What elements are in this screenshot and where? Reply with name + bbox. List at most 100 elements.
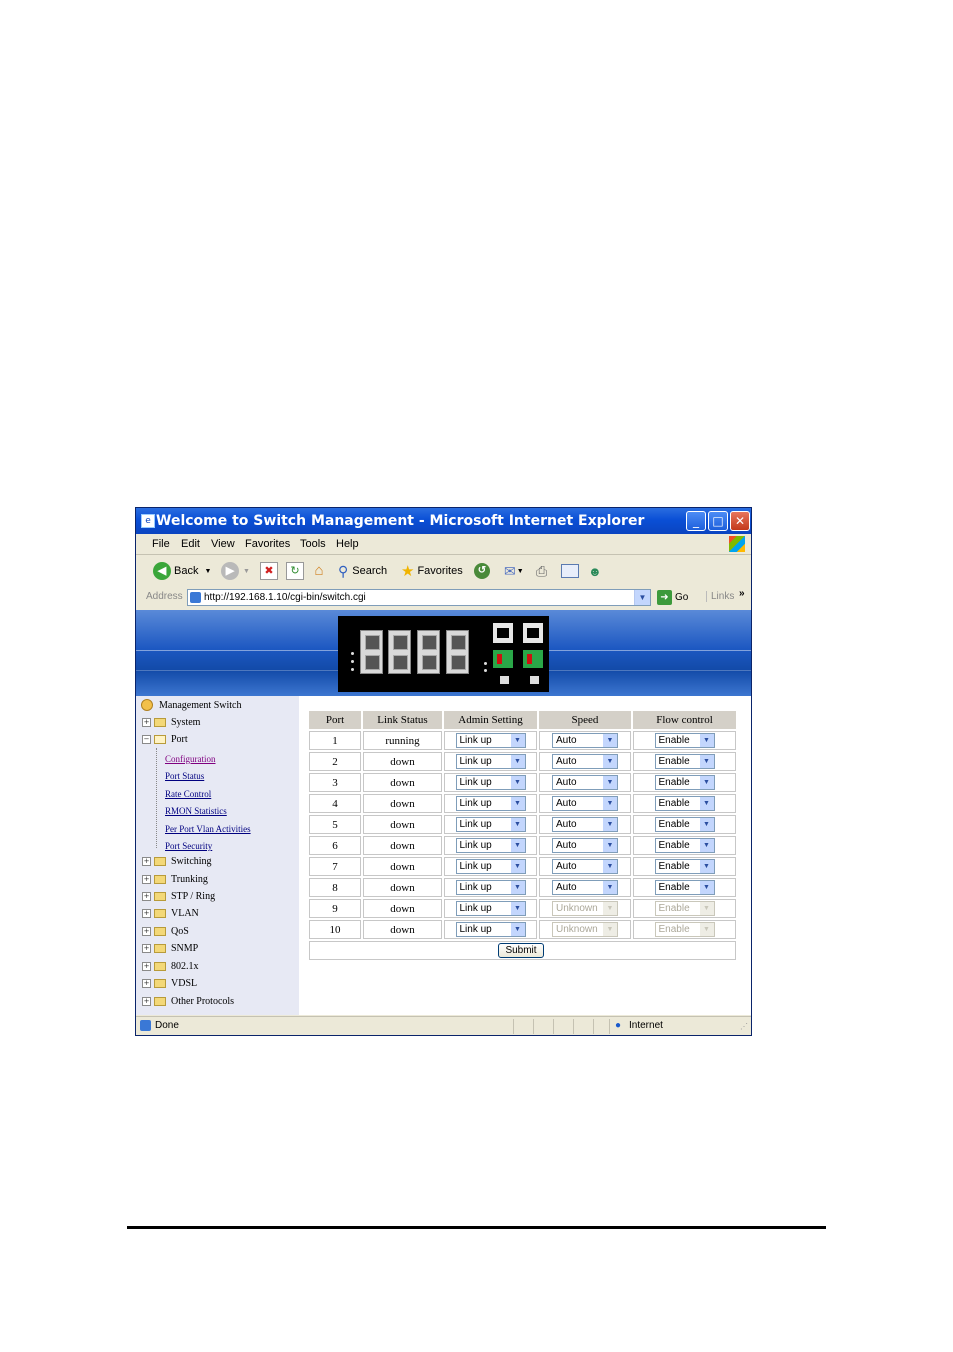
tree-item-vdsl[interactable]: + VDSL [142,978,197,989]
expand-icon[interactable]: + [142,909,151,918]
port-number: 6 [309,836,361,855]
flow-control-select[interactable]: Enable ▼ [654,838,715,853]
stop-button[interactable]: ✖ [260,561,278,581]
admin-setting-select[interactable]: Link up ▼ [455,754,526,769]
expand-icon[interactable]: + [142,979,151,988]
tree-link-port-security[interactable]: Port Security [165,841,212,851]
menu-tools[interactable]: Tools [300,538,326,550]
tree-link-port-status[interactable]: Port Status [165,771,204,781]
speed-select[interactable]: Auto ▼ [552,796,618,811]
flow-control-cell: Enable ▼ [633,920,736,939]
menu-file[interactable]: File [152,538,170,550]
close-button[interactable]: ✕ [730,511,750,531]
tree-root[interactable]: Management Switch [141,699,241,711]
print-button[interactable]: ⎙ [536,561,547,581]
expand-icon[interactable]: + [142,997,151,1006]
admin-setting-value: Link up [459,735,492,746]
collapse-icon[interactable]: − [142,735,151,744]
admin-setting-cell: Link up ▼ [444,731,537,750]
chevron-down-icon: ▼ [699,755,714,768]
speed-select[interactable]: Auto ▼ [552,859,618,874]
search-button[interactable]: ⚲ Search [338,561,387,581]
tree-item-8021x[interactable]: +802.1x [142,961,199,972]
address-dropdown-icon[interactable]: ▼ [634,590,650,605]
go-button[interactable]: ➜ Go [657,590,688,605]
tree-item-switching[interactable]: + Switching [142,856,212,867]
flow-control-select[interactable]: Enable ▼ [654,754,715,769]
speed-select[interactable]: Auto ▼ [552,754,618,769]
speed-select[interactable]: Auto ▼ [552,733,618,748]
tree-label: 802.1x [171,961,199,972]
menu-view[interactable]: View [211,538,235,550]
tree-link-rate-control[interactable]: Rate Control [165,789,211,799]
back-dropdown-icon[interactable]: ▼ [204,568,211,575]
expand-icon[interactable]: + [142,962,151,971]
edit-button[interactable] [561,561,579,581]
expand-icon[interactable]: + [142,718,151,727]
expand-icon[interactable]: + [142,944,151,953]
forward-dropdown-icon[interactable]: ▼ [243,568,250,575]
speed-select: Unknown ▼ [552,901,618,916]
expand-icon[interactable]: + [142,857,151,866]
chevron-right-icon[interactable]: » [739,588,745,599]
speed-select[interactable]: Auto ▼ [552,817,618,832]
chevron-down-icon: ▼ [603,902,617,915]
flow-control-select[interactable]: Enable ▼ [654,775,715,790]
port-number: 4 [309,794,361,813]
chevron-down-icon: ▼ [699,776,714,789]
tree-item-port[interactable]: − Port [142,734,188,745]
tree-item-other-protocols[interactable]: + Other Protocols [142,996,234,1007]
back-button[interactable]: ◀ Back ▼ [153,561,211,581]
tree-item-snmp[interactable]: + SNMP [142,943,198,954]
link-status: down [363,899,442,918]
speed-select[interactable]: Auto ▼ [552,880,618,895]
expand-icon[interactable]: + [142,927,151,936]
links-button[interactable]: Links [706,591,734,602]
submit-button[interactable]: Submit [498,943,544,958]
messenger-button[interactable]: ☻ [588,561,602,581]
admin-setting-select[interactable]: Link up ▼ [455,733,526,748]
flow-control-select[interactable]: Enable ▼ [654,733,715,748]
admin-setting-select[interactable]: Link up ▼ [455,817,526,832]
tree-link-configuration[interactable]: Configuration [165,754,216,764]
speed-select[interactable]: Auto ▼ [552,775,618,790]
mail-button[interactable]: ✉ ▼ [504,561,524,581]
flow-control-value: Enable [658,861,690,872]
tree-item-trunking[interactable]: + Trunking [142,874,208,885]
expand-icon[interactable]: + [142,875,151,884]
resize-grip-icon[interactable]: ⋰ [740,1022,748,1031]
admin-setting-select[interactable]: Link up ▼ [455,859,526,874]
tree-item-vlan[interactable]: + VLAN [142,908,199,919]
history-button[interactable]: ↺ [474,561,490,581]
tree-link-per-port-vlan[interactable]: Per Port Vlan Activities [165,824,251,834]
tree-link-rmon-statistics[interactable]: RMON Statistics [165,806,227,816]
minimize-button[interactable]: _ [686,511,706,531]
address-input[interactable]: http://192.168.1.10/cgi-bin/switch.cgi ▼ [187,589,651,606]
title-bar[interactable]: e Welcome to Switch Management - Microso… [136,508,751,534]
home-button[interactable]: ⌂ [310,561,328,581]
flow-control-select[interactable]: Enable ▼ [654,796,715,811]
speed-cell: Unknown ▼ [539,899,631,918]
flow-control-select[interactable]: Enable ▼ [654,880,715,895]
admin-setting-select[interactable]: Link up ▼ [455,901,526,916]
expand-icon[interactable]: + [142,892,151,901]
flow-control-cell: Enable ▼ [633,773,736,792]
tree-item-qos[interactable]: + QoS [142,926,189,937]
admin-setting-select[interactable]: Link up ▼ [455,922,526,937]
favorites-button[interactable]: ★ Favorites [401,561,463,581]
menu-help[interactable]: Help [336,538,359,550]
tree-item-stp-ring[interactable]: + STP / Ring [142,891,215,902]
menu-edit[interactable]: Edit [181,538,200,550]
admin-setting-select[interactable]: Link up ▼ [455,796,526,811]
maximize-button[interactable]: □ [708,511,728,531]
refresh-button[interactable]: ↻ [286,561,304,581]
menu-favorites[interactable]: Favorites [245,538,290,550]
admin-setting-select[interactable]: Link up ▼ [455,880,526,895]
admin-setting-select[interactable]: Link up ▼ [455,775,526,790]
flow-control-select[interactable]: Enable ▼ [654,859,715,874]
flow-control-select[interactable]: Enable ▼ [654,817,715,832]
forward-button[interactable]: ▶ ▼ [221,561,250,581]
admin-setting-select[interactable]: Link up ▼ [455,838,526,853]
speed-select[interactable]: Auto ▼ [552,838,618,853]
tree-item-system[interactable]: + System [142,717,200,728]
